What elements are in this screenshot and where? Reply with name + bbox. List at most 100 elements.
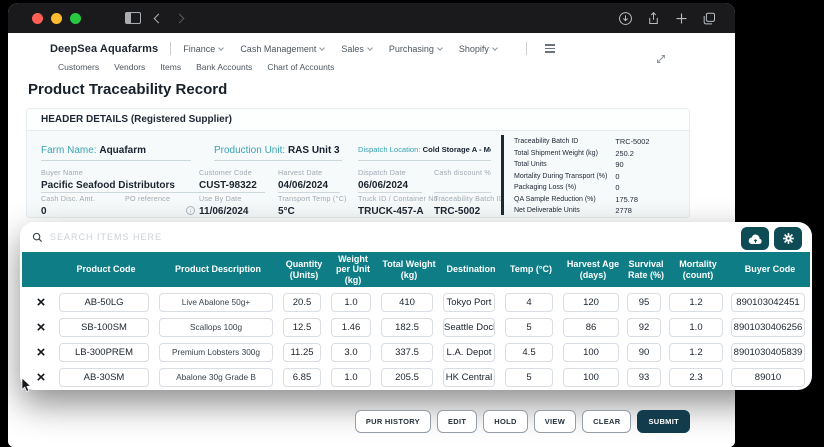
cell-harvest-age[interactable]: 100 bbox=[563, 343, 619, 362]
cell-product-code[interactable]: AB-50LG bbox=[59, 293, 149, 312]
cell-quantity[interactable]: 11.25 bbox=[283, 343, 321, 362]
remove-row-button[interactable]: × bbox=[20, 320, 54, 335]
cell-destination[interactable]: L.A. Depot bbox=[443, 343, 495, 362]
cell-harvest-age[interactable]: 100 bbox=[563, 368, 619, 387]
cell-product-description[interactable]: Live Abalone 50g+ bbox=[159, 293, 273, 312]
cell-weight-per-unit[interactable]: 1.0 bbox=[331, 293, 371, 312]
nav-menu-item[interactable]: Purchasing bbox=[389, 44, 443, 54]
expand-icon[interactable] bbox=[655, 53, 667, 65]
cell-weight-per-unit[interactable]: 3.0 bbox=[331, 343, 371, 362]
search-bar bbox=[20, 222, 812, 252]
summary-label: Total Shipment Weight (kg) bbox=[514, 149, 598, 157]
hamburger-menu-icon[interactable] bbox=[544, 44, 555, 53]
submit-button[interactable]: SUBMIT bbox=[637, 410, 690, 433]
cell-survival-rate[interactable]: 92 bbox=[627, 318, 661, 337]
cell-quantity[interactable]: 12.5 bbox=[283, 318, 321, 337]
cell-product-description[interactable]: Abalone 30g Grade B bbox=[159, 368, 273, 387]
field-dispatch-date[interactable]: Dispatch Date 06/06/2024 bbox=[358, 168, 422, 193]
download-icon[interactable] bbox=[618, 11, 633, 26]
cell-quantity[interactable]: 20.5 bbox=[283, 293, 321, 312]
settings-button[interactable] bbox=[774, 227, 802, 250]
zoom-window-button[interactable] bbox=[70, 12, 81, 24]
field-buyer-name[interactable]: Buyer Name Pacific Seafood Distributors bbox=[41, 168, 199, 193]
minimize-window-button[interactable] bbox=[51, 12, 62, 24]
cell-temp[interactable]: 5 bbox=[505, 368, 553, 387]
field-use-by-date[interactable]: Use By Date 11/06/2024 bbox=[199, 194, 265, 217]
cell-mortality[interactable]: 1.2 bbox=[669, 343, 723, 362]
summary-label: QA Sample Reduction (%) bbox=[514, 195, 596, 203]
cell-mortality[interactable]: 1.0 bbox=[669, 318, 723, 337]
cell-total-weight[interactable]: 205.5 bbox=[381, 368, 433, 387]
cloud-upload-button[interactable] bbox=[741, 227, 769, 250]
search-input[interactable] bbox=[50, 232, 800, 242]
cell-product-code[interactable]: SB-100SM bbox=[59, 318, 149, 337]
field-production-unit[interactable]: Production Unit: RAS Unit 3 bbox=[214, 145, 342, 161]
action-button[interactable]: VIEW bbox=[533, 410, 577, 433]
cell-survival-rate[interactable]: 90 bbox=[627, 343, 661, 362]
subnav-item[interactable]: Vendors bbox=[114, 62, 145, 72]
cell-destination[interactable]: Tokyo Port bbox=[443, 293, 495, 312]
cell-temp[interactable]: 4 bbox=[505, 293, 553, 312]
cell-weight-per-unit[interactable]: 1.46 bbox=[331, 318, 371, 337]
field-harvest-date[interactable]: Harvest Date 04/06/2024 bbox=[278, 168, 340, 193]
field-po-reference[interactable]: PO reference i bbox=[125, 194, 197, 217]
cell-mortality[interactable]: 2.3 bbox=[669, 368, 723, 387]
field-dispatch-location[interactable]: Dispatch Location: Cold Storage A - Mont… bbox=[358, 145, 491, 161]
cell-mortality[interactable]: 1.2 bbox=[669, 293, 723, 312]
cell-total-weight[interactable]: 182.5 bbox=[381, 318, 433, 337]
cell-survival-rate[interactable]: 95 bbox=[627, 293, 661, 312]
subnav-item[interactable]: Chart of Accounts bbox=[267, 62, 334, 72]
action-button[interactable]: EDIT bbox=[436, 410, 478, 433]
cell-buyer-code[interactable]: 89010 bbox=[731, 368, 805, 387]
cell-quantity[interactable]: 6.85 bbox=[283, 368, 321, 387]
sidebar-toggle-icon[interactable] bbox=[125, 12, 141, 24]
field-customer-code[interactable]: Customer Code CUST-98322 bbox=[199, 168, 265, 193]
cell-destination[interactable]: Seattle Dock bbox=[443, 318, 495, 337]
cell-buyer-code[interactable]: 890103042451 bbox=[731, 293, 805, 312]
nav-menu-item[interactable]: Cash Management bbox=[240, 44, 326, 54]
back-icon[interactable] bbox=[153, 13, 164, 23]
table-body: × AB-50LG Live Abalone 50g+ 20.5 1.0 410… bbox=[20, 287, 812, 390]
action-button[interactable]: PUR HISTORY bbox=[354, 410, 431, 433]
field-transport-temp[interactable]: Transport Temp (°C) 5°C bbox=[278, 194, 346, 217]
action-button[interactable]: CLEAR bbox=[582, 410, 632, 433]
subnav-item[interactable]: Bank Accounts bbox=[196, 62, 252, 72]
shipment-summary-panel: Traceability Batch ID TRC-5002 Total Shi… bbox=[501, 135, 687, 215]
new-tab-icon[interactable] bbox=[674, 11, 689, 26]
cell-weight-per-unit[interactable]: 1.0 bbox=[331, 368, 371, 387]
close-window-button[interactable] bbox=[32, 12, 43, 24]
cell-harvest-age[interactable]: 120 bbox=[563, 293, 619, 312]
field-cash-disc-amt[interactable]: Cash Disc. Amt. 0 bbox=[41, 194, 115, 217]
cell-product-description[interactable]: Scallops 100g bbox=[159, 318, 273, 337]
cell-survival-rate[interactable]: 93 bbox=[627, 368, 661, 387]
tabs-icon[interactable] bbox=[702, 11, 717, 26]
field-traceability-batch-id[interactable]: Traceability Batch ID TRC-5002 bbox=[434, 194, 504, 217]
subnav-item[interactable]: Customers bbox=[58, 62, 99, 72]
cell-product-description[interactable]: Premium Lobsters 300g bbox=[159, 343, 273, 362]
summary-row: Traceability Batch ID TRC-5002 bbox=[514, 137, 683, 146]
remove-row-button[interactable]: × bbox=[20, 345, 54, 360]
share-icon[interactable] bbox=[646, 11, 661, 26]
cell-buyer-code[interactable]: 8901030405839 bbox=[731, 343, 805, 362]
cell-buyer-code[interactable]: 8901030406256 bbox=[731, 318, 805, 337]
nav-menu-item[interactable]: Shopify bbox=[459, 44, 498, 54]
field-cash-discount-pct[interactable]: Cash discount % bbox=[434, 168, 491, 193]
cell-destination[interactable]: HK Central bbox=[443, 368, 495, 387]
cell-total-weight[interactable]: 337.5 bbox=[381, 343, 433, 362]
action-button[interactable]: HOLD bbox=[483, 410, 528, 433]
app-navbar: DeepSea Aquafarms Finance Cash Managemen… bbox=[8, 33, 735, 55]
field-farm-name[interactable]: Farm Name: Aquafarm bbox=[41, 145, 191, 161]
cell-temp[interactable]: 4.5 bbox=[505, 343, 553, 362]
cell-harvest-age[interactable]: 86 bbox=[563, 318, 619, 337]
field-truck-id[interactable]: Truck ID / Container No TRUCK-457-A bbox=[358, 194, 438, 217]
nav-menu-item[interactable]: Finance bbox=[183, 44, 225, 54]
cell-temp[interactable]: 5 bbox=[505, 318, 553, 337]
nav-menu-item[interactable]: Sales bbox=[341, 44, 373, 54]
info-icon[interactable]: i bbox=[186, 206, 195, 215]
cell-total-weight[interactable]: 410 bbox=[381, 293, 433, 312]
forward-icon[interactable] bbox=[174, 13, 185, 23]
remove-row-button[interactable]: × bbox=[20, 295, 54, 310]
cell-product-code[interactable]: LB-300PREM bbox=[59, 343, 149, 362]
cell-product-code[interactable]: AB-30SM bbox=[59, 368, 149, 387]
subnav-item[interactable]: Items bbox=[160, 62, 181, 72]
